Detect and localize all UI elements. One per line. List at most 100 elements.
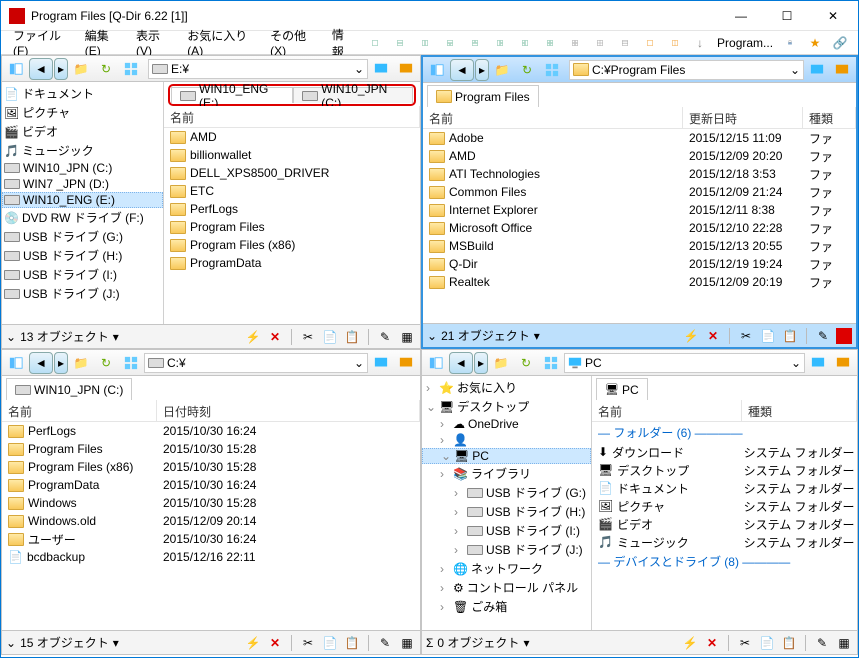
edit-icon[interactable]: ✎ <box>376 634 394 652</box>
tab[interactable]: WIN10_ENG (E:) <box>171 87 293 103</box>
list-row[interactable]: 🖥デスクトップシステム フォルダー <box>592 461 857 479</box>
bolt-icon[interactable]: ⚡ <box>682 327 700 345</box>
layout-2h-icon[interactable] <box>389 32 411 54</box>
tree-item[interactable]: USB ドライブ (I:) <box>2 265 163 284</box>
tree-item[interactable]: 🎬ビデオ <box>2 122 163 141</box>
address-bar[interactable]: C:¥Program Files ⌄ <box>569 60 804 80</box>
tree-item[interactable]: 🖼ピクチャ <box>2 103 163 122</box>
tree-toggle-icon[interactable] <box>5 58 27 80</box>
minimize-button[interactable]: — <box>718 1 764 31</box>
tab[interactable]: WIN10_JPN (C:) <box>293 87 413 103</box>
col-name[interactable]: 名前 <box>592 400 742 421</box>
list-row[interactable]: PerfLogs2015/10/30 16:24 <box>2 422 420 440</box>
expand-icon[interactable]: › <box>454 543 464 557</box>
expand-icon[interactable]: › <box>440 467 450 481</box>
list-row[interactable]: Internet Explorer2015/12/11 8:38ファ <box>423 201 856 219</box>
layout-3d-icon[interactable] <box>514 32 536 54</box>
close-button[interactable]: ✕ <box>810 1 856 31</box>
refresh-icon[interactable]: ↻ <box>95 352 117 374</box>
tab[interactable]: Program Files <box>427 85 539 107</box>
delete-icon[interactable]: ✕ <box>266 328 284 346</box>
delete-icon[interactable]: ✕ <box>703 634 721 652</box>
tree-toggle-icon[interactable] <box>5 352 27 374</box>
bolt-icon[interactable]: ⚡ <box>244 328 262 346</box>
views-icon[interactable] <box>120 58 142 80</box>
col-name[interactable]: 名前 <box>164 106 420 127</box>
tree-item[interactable]: ›USB ドライブ (I:) <box>422 521 591 540</box>
star-icon[interactable]: ★ <box>804 32 826 54</box>
list-row[interactable]: AMD2015/12/09 20:20ファ <box>423 147 856 165</box>
program-menu[interactable]: Program... <box>713 36 777 50</box>
properties-icon[interactable]: ▦ <box>398 634 416 652</box>
bolt-icon[interactable]: ⚡ <box>244 634 262 652</box>
col-name[interactable]: 名前 <box>423 107 683 128</box>
back-button[interactable]: ◄ <box>29 58 53 80</box>
forward-button[interactable]: ▸ <box>474 352 488 374</box>
expand-icon[interactable]: ⌄ <box>6 330 16 344</box>
list-row[interactable]: ATI Technologies2015/12/18 3:53ファ <box>423 165 856 183</box>
list-row[interactable]: ProgramData2015/10/30 16:24 <box>2 476 420 494</box>
cut-icon[interactable]: ✂ <box>299 634 317 652</box>
list-row[interactable]: PerfLogs <box>164 200 420 218</box>
dropdown-icon[interactable]: ⌄ <box>791 356 801 370</box>
layout-hide-icon[interactable] <box>639 32 661 54</box>
delete-icon[interactable]: ✕ <box>266 634 284 652</box>
dropdown-icon[interactable]: ⌄ <box>354 356 364 370</box>
install-icon[interactable]: ↓ <box>689 32 711 54</box>
bolt-icon[interactable]: ⚡ <box>681 634 699 652</box>
expand-icon[interactable]: › <box>454 486 464 500</box>
list-row[interactable]: Program Files <box>164 218 420 236</box>
tab[interactable]: 🖥PC <box>596 378 648 400</box>
list-row[interactable]: Adobe2015/12/15 11:09ファ <box>423 129 856 147</box>
layout-4-icon[interactable] <box>539 32 561 54</box>
tree-item[interactable]: WIN10_JPN (C:) <box>2 160 163 176</box>
tree-item[interactable]: ›USB ドライブ (J:) <box>422 540 591 559</box>
tree-item[interactable]: 📄ドキュメント <box>2 84 163 103</box>
expand-icon[interactable]: › <box>440 581 450 595</box>
back-button[interactable]: ◄ <box>449 352 473 374</box>
list-row[interactable]: 🎵ミュージックシステム フォルダー <box>592 533 857 551</box>
monitor-blue-icon[interactable] <box>370 58 392 80</box>
layout-cycle-icon[interactable] <box>664 32 686 54</box>
monitor-blue-icon[interactable] <box>370 352 392 374</box>
refresh-icon[interactable]: ↻ <box>516 59 538 81</box>
tree-item[interactable]: ›USB ドライブ (H:) <box>422 502 591 521</box>
list-row[interactable]: Program Files (x86)2015/10/30 15:28 <box>2 458 420 476</box>
dropdown-icon[interactable]: ▾ <box>113 330 119 344</box>
refresh-icon[interactable]: ↻ <box>95 58 117 80</box>
properties-icon[interactable]: ▦ <box>835 634 853 652</box>
tree-item[interactable]: USB ドライブ (H:) <box>2 246 163 265</box>
print-icon[interactable] <box>779 32 801 54</box>
list-row[interactable]: 📄ドキュメントシステム フォルダー <box>592 479 857 497</box>
tree-item[interactable]: ›☁OneDrive <box>422 416 591 432</box>
layout-3b-icon[interactable] <box>464 32 486 54</box>
list-row[interactable]: Program Files (x86) <box>164 236 420 254</box>
copy-icon[interactable]: 📄 <box>321 634 339 652</box>
tree-item[interactable]: ›👤 <box>422 432 591 448</box>
dropdown-icon[interactable]: ⌄ <box>790 63 800 77</box>
address-bar[interactable]: C:¥ ⌄ <box>144 353 368 373</box>
properties-icon[interactable]: ▦ <box>398 328 416 346</box>
back-button[interactable]: ◄ <box>29 352 53 374</box>
layout-1-icon[interactable] <box>364 32 386 54</box>
back-button[interactable]: ◄ <box>450 59 474 81</box>
cut-icon[interactable]: ✂ <box>736 634 754 652</box>
paste-icon[interactable]: 📋 <box>781 327 799 345</box>
layout-4b-icon[interactable] <box>589 32 611 54</box>
expand-icon[interactable]: › <box>440 600 450 614</box>
col-type[interactable]: 種類 <box>803 107 856 128</box>
dropdown-icon[interactable]: ⌄ <box>354 62 364 76</box>
tree-item[interactable]: ›⚙コントロール パネル <box>422 578 591 597</box>
copy-icon[interactable]: 📄 <box>758 634 776 652</box>
paste-icon[interactable]: 📋 <box>780 634 798 652</box>
expand-icon[interactable]: › <box>440 417 450 431</box>
tab[interactable]: WIN10_JPN (C:) <box>6 378 132 400</box>
pane-3-list[interactable]: PerfLogs2015/10/30 16:24Program Files201… <box>2 422 420 630</box>
cut-icon[interactable]: ✂ <box>299 328 317 346</box>
tree-item[interactable]: WIN10_ENG (E:) <box>2 192 163 208</box>
views-icon[interactable] <box>540 352 562 374</box>
expand-icon[interactable]: › <box>454 524 464 538</box>
dropdown-icon[interactable]: ▾ <box>113 636 119 650</box>
paste-icon[interactable]: 📋 <box>343 328 361 346</box>
tree-item[interactable]: ⌄🖥PC <box>422 448 591 464</box>
